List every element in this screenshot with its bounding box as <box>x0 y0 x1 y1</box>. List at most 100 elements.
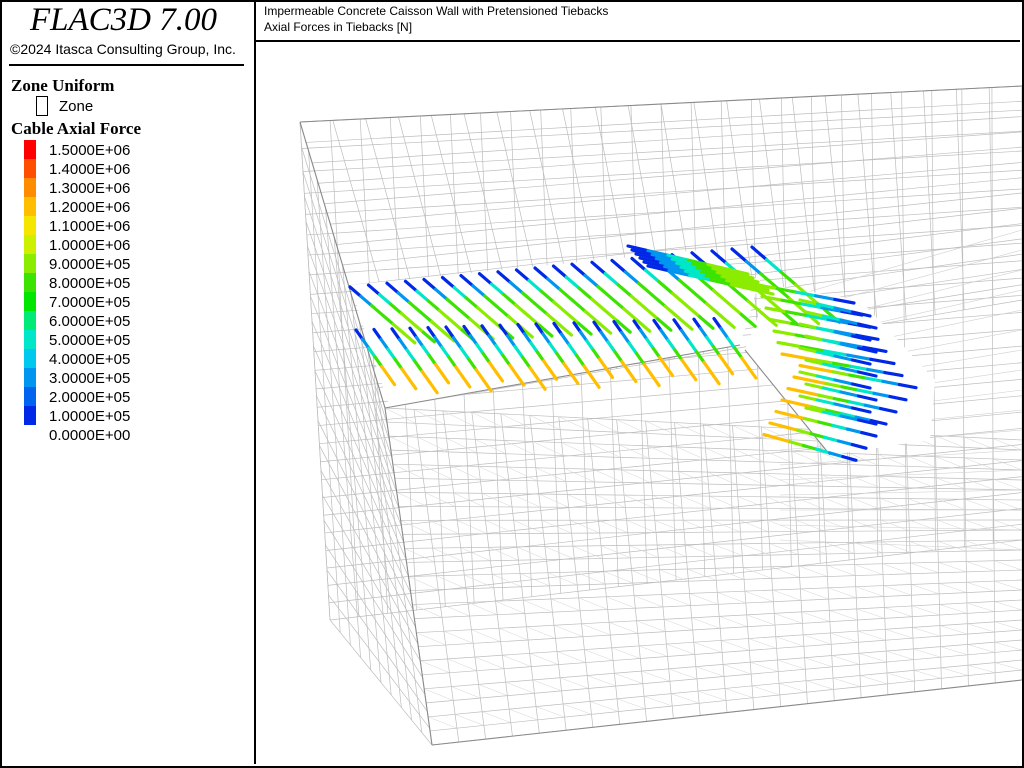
app-title: FLAC3D 7.00 <box>30 2 218 38</box>
mesh-diagonal <box>908 498 938 510</box>
mesh-diagonal <box>777 659 806 670</box>
mesh-diagonal <box>428 520 460 535</box>
mesh-diagonal <box>746 614 776 626</box>
mesh-diagonal <box>906 455 937 468</box>
mesh-diagonal <box>693 641 723 653</box>
mesh-diagonal <box>564 468 595 483</box>
mesh-diagonal <box>856 608 885 619</box>
tieback-cable-segment <box>744 259 763 276</box>
mesh-diagonal <box>913 670 942 679</box>
mesh-diagonal <box>964 457 994 470</box>
tieback-cable-segment <box>354 328 365 341</box>
mesh-line <box>307 206 1022 256</box>
mesh-diagonal <box>616 419 647 434</box>
mesh-diagonal <box>474 656 505 669</box>
mesh-diagonal <box>664 619 693 631</box>
mesh-diagonal <box>608 622 638 634</box>
mesh-diagonal <box>803 634 832 645</box>
mesh-diagonal <box>822 497 853 510</box>
tieback-cable-segment <box>724 363 735 376</box>
mesh-diagonal <box>715 568 745 580</box>
mesh-diagonal <box>510 493 541 508</box>
mesh-diagonal <box>778 683 807 693</box>
mesh-diagonal <box>832 677 861 687</box>
mesh-diagonal <box>505 681 535 694</box>
copyright-text: ©2024 Itasca Consulting Group, Inc. <box>10 41 236 57</box>
mesh-diagonal <box>855 586 884 597</box>
mesh-diagonal <box>606 596 636 609</box>
mesh-diagonal <box>966 602 995 612</box>
color-scale-bar <box>24 140 36 425</box>
mesh-diagonal <box>965 499 994 511</box>
zone-legend-label: Zone <box>59 98 94 115</box>
mesh-diagonal <box>488 547 519 561</box>
tieback-cable-segment <box>730 247 749 263</box>
mesh-diagonal <box>850 475 880 488</box>
mesh-diagonal <box>471 629 501 642</box>
color-scale-band <box>24 254 36 273</box>
mesh-diagonal <box>535 467 566 482</box>
mesh-diagonal <box>939 604 968 614</box>
mesh-diagonal <box>992 438 1022 451</box>
mesh-diagonal <box>940 667 969 676</box>
mesh-diagonal <box>804 657 833 668</box>
mesh-diagonal <box>523 599 553 613</box>
mesh-diagonal <box>631 570 661 583</box>
mesh-diagonal <box>556 651 586 663</box>
mesh-diagonal <box>721 640 750 651</box>
mesh-diagonal <box>993 479 1022 491</box>
mesh-diagonal <box>775 636 804 647</box>
mesh-diagonal <box>937 540 967 552</box>
mesh-diagonal <box>478 684 508 696</box>
mesh-diagonal <box>703 423 734 438</box>
mesh-diagonal <box>432 547 463 562</box>
mesh-diagonal <box>532 441 564 456</box>
mesh-diagonal <box>550 598 581 612</box>
zone-section-heading: Zone Uniform <box>11 76 115 95</box>
color-scale-band <box>24 140 36 159</box>
mesh-diagonal <box>737 496 768 509</box>
mesh-diagonal <box>659 569 689 582</box>
mesh-diagonal <box>558 416 590 432</box>
mesh-diagonal <box>805 680 834 690</box>
mesh-diagonal <box>994 580 1022 591</box>
model-mesh-view <box>299 85 1022 746</box>
mesh-diagonal <box>595 494 626 508</box>
mesh-diagonal <box>678 471 709 485</box>
color-scale-band <box>24 235 36 254</box>
mesh-diagonal <box>963 436 994 449</box>
color-scale-tick-label: 9.0000E+05 <box>49 256 131 273</box>
mesh-line <box>412 579 1022 605</box>
mesh-diagonal <box>676 446 707 461</box>
mesh-diagonal <box>666 643 695 655</box>
mesh-diagonal <box>857 630 886 641</box>
tieback-cable-segment <box>750 245 769 262</box>
model-viewport[interactable] <box>256 42 1022 766</box>
mesh-diagonal <box>562 703 592 715</box>
mesh-diagonal <box>495 601 525 614</box>
mesh-line <box>326 569 428 712</box>
mesh-line <box>306 100 1022 143</box>
block-edge <box>299 121 386 409</box>
tieback-cable-segment <box>782 425 800 432</box>
tieback-cable-segment <box>649 373 661 388</box>
mesh-diagonal <box>587 417 618 433</box>
tieback-cable-segment <box>589 375 601 389</box>
mesh-diagonal <box>436 575 467 589</box>
mesh-diagonal <box>388 435 420 452</box>
color-scale-tick-label: 1.0000E+05 <box>49 408 131 425</box>
mesh-diagonal <box>750 661 779 672</box>
color-scale-band <box>24 330 36 349</box>
mesh-diagonal <box>589 701 619 712</box>
mesh-diagonal <box>567 494 598 508</box>
mesh-diagonal <box>994 662 1022 671</box>
color-scale-band <box>24 178 36 197</box>
tieback-cable-segment <box>709 371 721 386</box>
mesh-diagonal <box>598 519 628 534</box>
mesh-diagonal <box>717 592 746 604</box>
mesh-diagonal <box>762 449 793 464</box>
cable-section-heading: Cable Axial Force <box>11 119 141 138</box>
color-scale-band <box>24 406 36 425</box>
mesh-line <box>305 169 1022 215</box>
mesh-diagonal <box>424 688 454 701</box>
